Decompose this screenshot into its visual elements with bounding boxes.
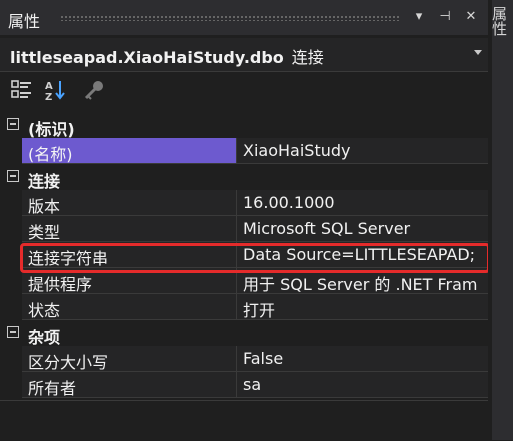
- property-name-cell[interactable]: 版本: [22, 190, 237, 216]
- panel-title: 属性: [8, 12, 41, 31]
- property-value-cell[interactable]: 打开: [237, 294, 488, 320]
- property-row-case-sensitive[interactable]: 区分大小写 False: [0, 346, 488, 372]
- properties-toolbar: A Z: [0, 72, 488, 108]
- annotation-highlight-box: [20, 243, 490, 273]
- side-tab-properties[interactable]: 属性: [488, 0, 513, 440]
- property-name-cell[interactable]: 类型: [22, 216, 237, 242]
- property-value-cell[interactable]: XiaoHaiStudy: [237, 138, 488, 164]
- property-name-cell[interactable]: 状态: [22, 294, 237, 320]
- chevron-down-icon[interactable]: [474, 50, 482, 55]
- category-misc[interactable]: 杂项: [0, 320, 488, 347]
- property-value-cell[interactable]: sa: [237, 372, 488, 398]
- category-label: (标识): [28, 120, 75, 139]
- svg-text:A: A: [45, 81, 53, 92]
- alphabetical-sort-icon[interactable]: A Z: [44, 78, 70, 103]
- properties-panel: 属性 ▾ ⊣ ✕ littleseapad.XiaoHaiStudy.dbo 连接…: [0, 0, 490, 441]
- category-label: 连接: [28, 172, 61, 191]
- collapse-icon[interactable]: [7, 118, 19, 130]
- property-value-cell[interactable]: Microsoft SQL Server: [237, 216, 488, 242]
- side-tab-label: 属性: [490, 6, 508, 36]
- property-row-version[interactable]: 版本 16.00.1000: [0, 190, 488, 216]
- pin-icon[interactable]: ⊣: [436, 8, 454, 26]
- property-name-cell[interactable]: (名称): [22, 138, 237, 164]
- property-value-cell[interactable]: 16.00.1000: [237, 190, 488, 216]
- description-pane: [0, 400, 488, 441]
- property-row-name[interactable]: (名称) XiaoHaiStudy: [0, 138, 488, 164]
- property-value-cell[interactable]: False: [237, 346, 488, 372]
- property-pages-icon[interactable]: [82, 78, 108, 102]
- category-connection[interactable]: 连接: [0, 164, 488, 191]
- category-label: 杂项: [28, 328, 61, 347]
- category-identity[interactable]: (标识): [0, 112, 488, 139]
- panel-title-bar[interactable]: 属性 ▾ ⊣ ✕: [0, 0, 488, 35]
- window-position-dropdown-icon[interactable]: ▾: [410, 8, 428, 26]
- svg-text:Z: Z: [45, 92, 52, 102]
- property-row-type[interactable]: 类型 Microsoft SQL Server: [0, 216, 488, 242]
- close-icon[interactable]: ✕: [462, 8, 480, 26]
- collapse-icon[interactable]: [7, 326, 19, 338]
- property-name-cell[interactable]: 所有者: [22, 372, 237, 398]
- collapse-icon[interactable]: [7, 170, 19, 182]
- property-row-owner[interactable]: 所有者 sa: [0, 372, 488, 398]
- object-selector-dropdown[interactable]: littleseapad.XiaoHaiStudy.dbo 连接: [0, 38, 488, 72]
- property-name-cell[interactable]: 区分大小写: [22, 346, 237, 372]
- object-type: 连接: [291, 48, 324, 67]
- title-bar-grip: [60, 15, 400, 21]
- object-name: littleseapad.XiaoHaiStudy.dbo 连接: [10, 48, 324, 67]
- property-row-state[interactable]: 状态 打开: [0, 294, 488, 320]
- categorized-icon[interactable]: [10, 78, 36, 102]
